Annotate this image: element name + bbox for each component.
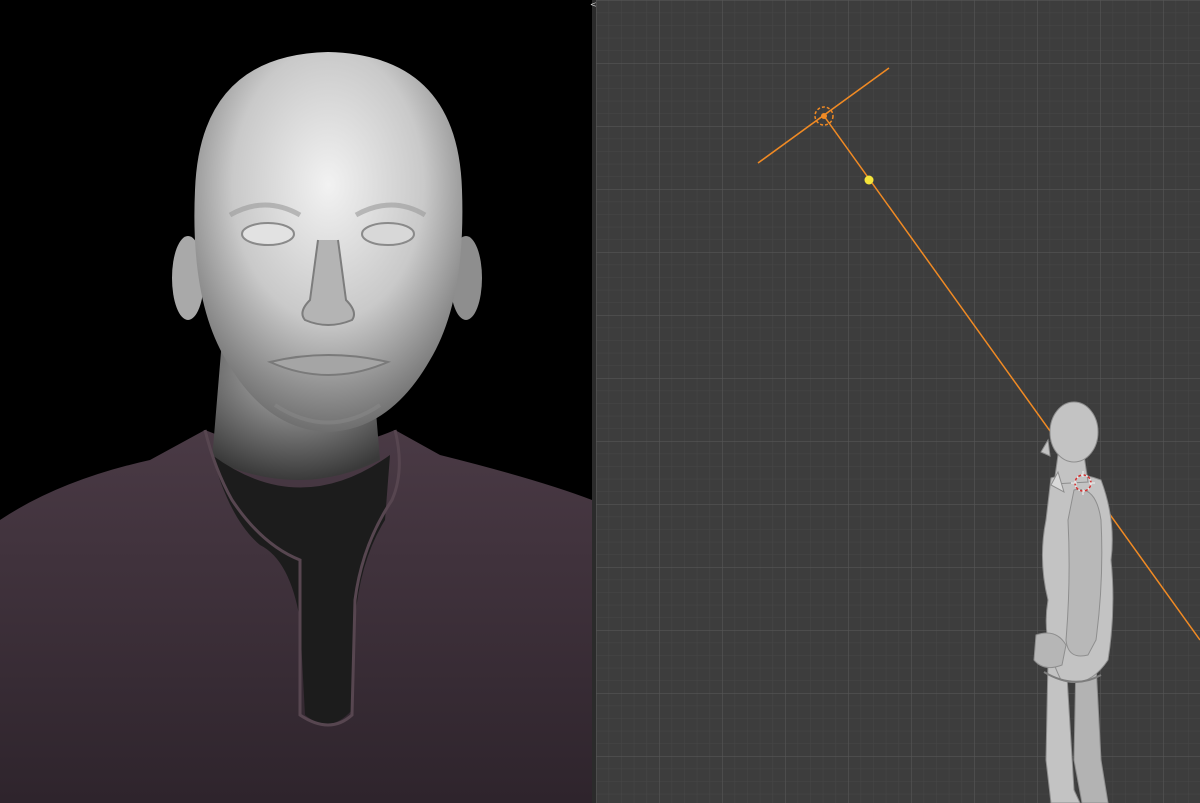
render-preview-panel[interactable] [0, 0, 592, 803]
3d-viewport[interactable] [596, 0, 1200, 803]
shirt [0, 430, 592, 803]
viewport-grid [596, 0, 1200, 803]
viewport-canvas[interactable] [596, 0, 1200, 803]
blender-workspace: <> [0, 0, 1200, 803]
right-eye [361, 222, 415, 246]
light-target-handle [864, 175, 874, 185]
left-eye [241, 222, 295, 246]
rendered-bust-image [0, 52, 592, 803]
